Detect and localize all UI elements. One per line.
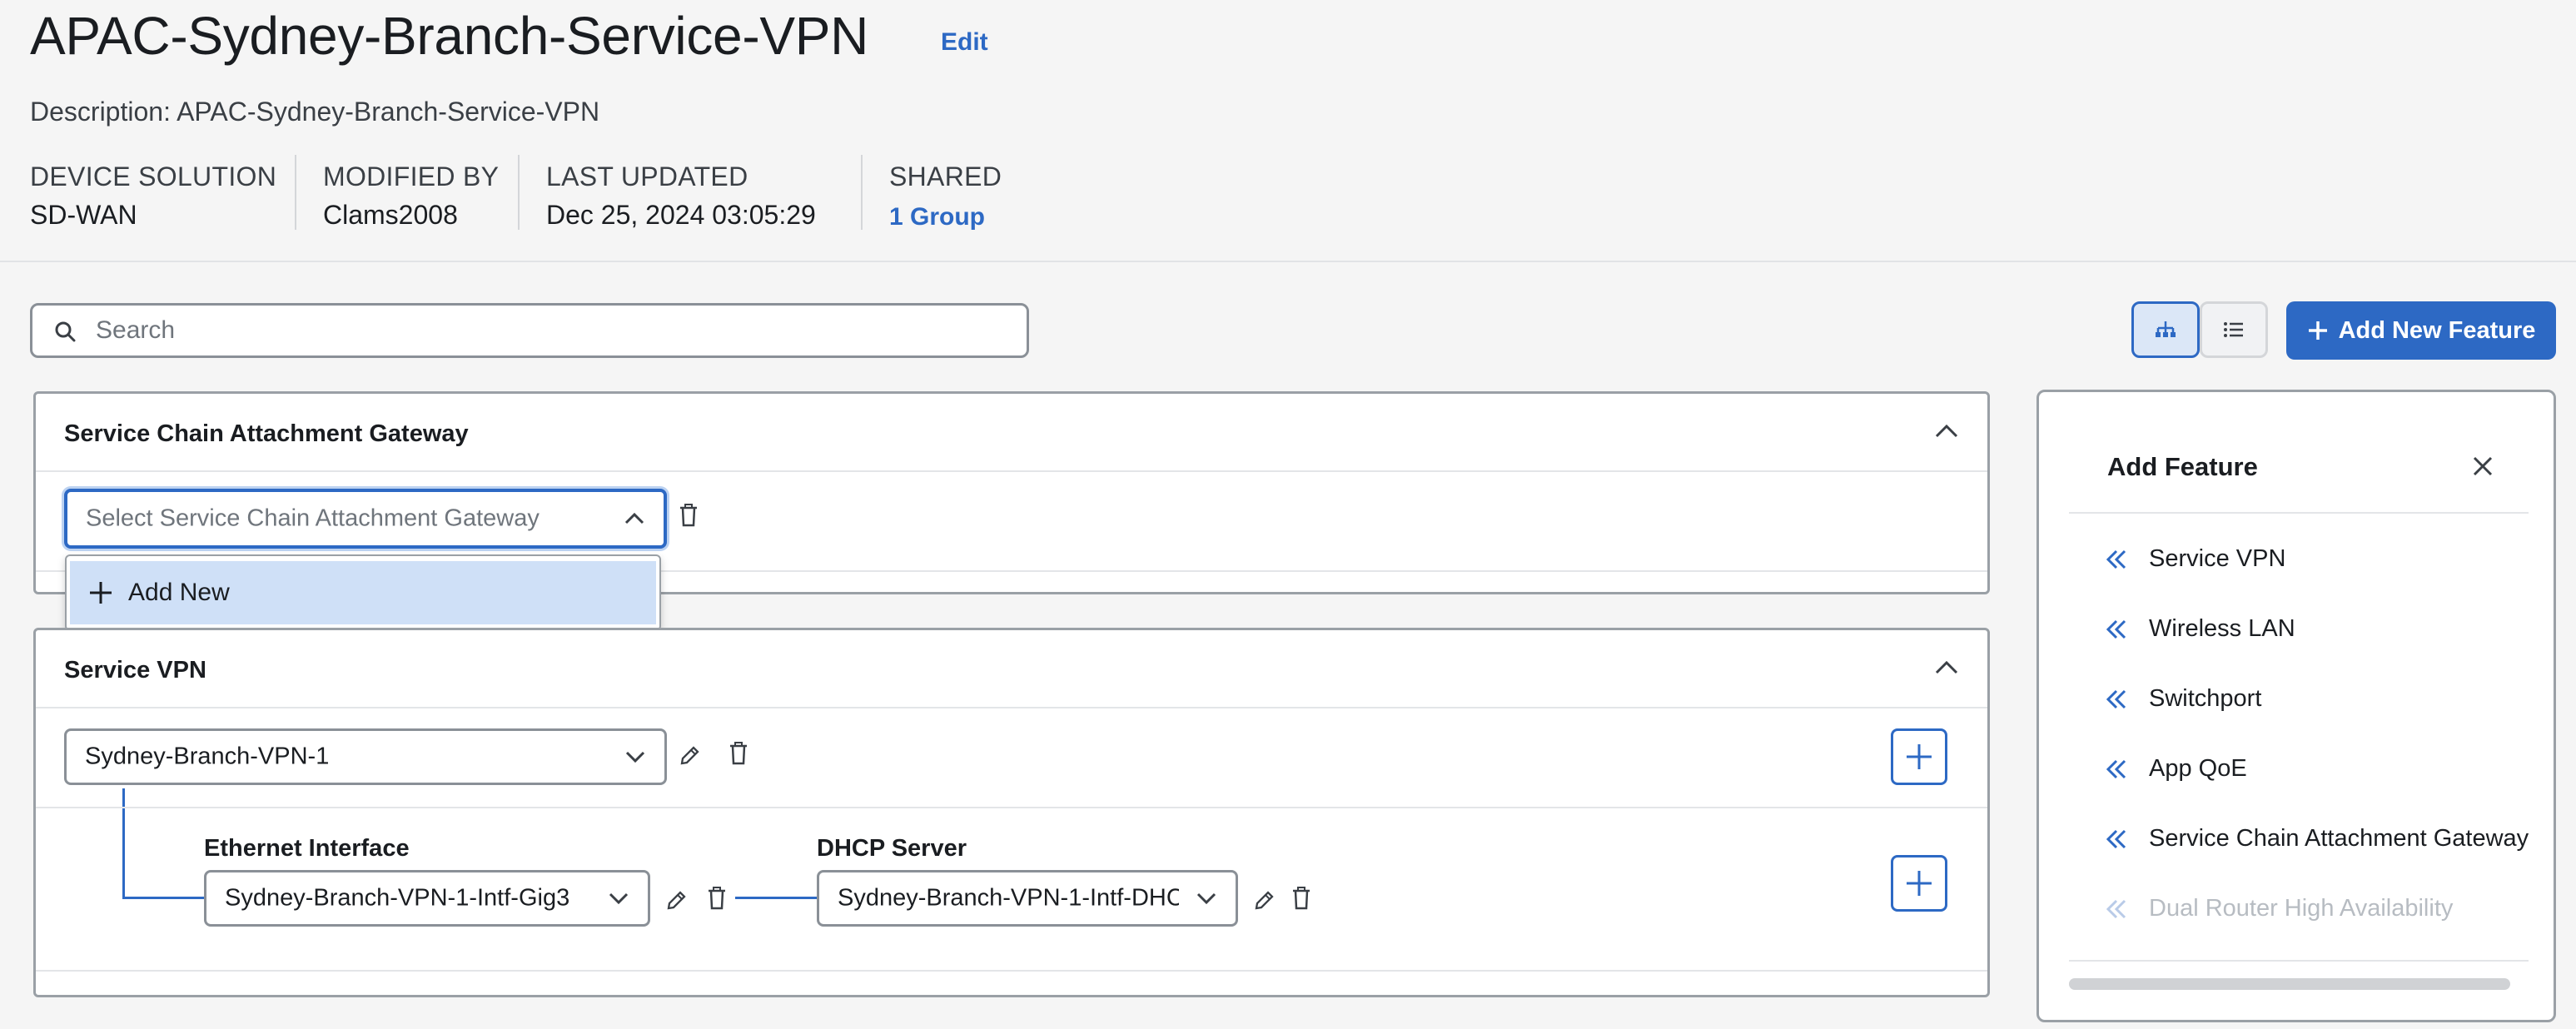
- ethernet-interface-select[interactable]: Sydney-Branch-VPN-1-Intf-Gig3: [204, 870, 650, 927]
- last-updated-label: LAST UPDATED: [546, 162, 748, 191]
- search-input[interactable]: [94, 312, 1010, 349]
- meta-divider: [295, 155, 296, 230]
- feature-item-label: Service Chain Attachment Gateway: [2149, 825, 2529, 852]
- card-divider: [36, 970, 1987, 972]
- page-title: APAC-Sydney-Branch-Service-VPN: [30, 6, 869, 66]
- card-divider: [36, 707, 1987, 708]
- add-new-feature-label: Add New Feature: [2338, 316, 2536, 344]
- dropdown-item-add-new[interactable]: Add New: [70, 561, 656, 624]
- panel-divider: [2069, 512, 2529, 514]
- page-description: Description: APAC-Sydney-Branch-Service-…: [30, 97, 600, 127]
- feature-item-service-vpn[interactable]: Service VPN: [2106, 545, 2285, 573]
- dhcp-server-select[interactable]: Sydney-Branch-VPN-1-Intf-DHCP: [817, 870, 1238, 927]
- gateway-select-placeholder: Select Service Chain Attachment Gateway: [86, 505, 540, 532]
- pencil-icon[interactable]: [665, 890, 687, 912]
- feature-item-service-chain-attachment-gateway[interactable]: Service Chain Attachment Gateway: [2106, 825, 2529, 853]
- double-chevron-left-icon: [2106, 828, 2127, 850]
- service-vpn-card-title: Service VPN: [64, 657, 206, 684]
- vpn-select-value: Sydney-Branch-VPN-1: [85, 743, 330, 770]
- pencil-icon[interactable]: [1253, 890, 1275, 912]
- add-new-feature-button[interactable]: Add New Feature: [2286, 301, 2556, 360]
- gateway-dropdown-menu: Add New: [65, 554, 661, 631]
- double-chevron-left-icon: [2106, 758, 2127, 780]
- chevron-down-icon: [608, 892, 629, 905]
- ethernet-interface-value: Sydney-Branch-VPN-1-Intf-Gig3: [225, 884, 570, 912]
- plus-icon: [88, 580, 113, 605]
- tree-connector: [122, 788, 125, 898]
- dhcp-server-value: Sydney-Branch-VPN-1-Intf-DHCP: [838, 884, 1179, 912]
- card-divider: [36, 807, 1987, 808]
- feature-item-label: Wireless LAN: [2149, 615, 2295, 642]
- shared-label: SHARED: [889, 162, 1002, 191]
- pencil-icon[interactable]: [679, 745, 700, 767]
- header-divider: [0, 261, 2576, 262]
- horizontal-scrollbar[interactable]: [2069, 978, 2510, 990]
- chevron-up-icon[interactable]: [1934, 660, 1959, 675]
- feature-item-label: Dual Router High Availability: [2149, 895, 2454, 922]
- dropdown-item-label: Add New: [128, 579, 230, 606]
- tree-connector: [735, 897, 818, 899]
- chevron-up-icon[interactable]: [1934, 424, 1959, 439]
- double-chevron-left-icon: [2106, 898, 2127, 920]
- shared-groups-link[interactable]: 1 Group: [889, 203, 985, 231]
- last-updated-value: Dec 25, 2024 03:05:29: [546, 200, 816, 230]
- add-sub-feature-button[interactable]: [1891, 855, 1947, 912]
- modified-by-value: Clams2008: [323, 200, 458, 230]
- gateway-select[interactable]: Select Service Chain Attachment Gateway: [64, 489, 667, 549]
- tree-view-button[interactable]: [2131, 301, 2200, 358]
- feature-item-label: Service VPN: [2149, 545, 2286, 572]
- feature-item-dual-router-high-availability: Dual Router High Availability: [2106, 895, 2453, 922]
- dhcp-server-label: DHCP Server: [817, 835, 967, 862]
- gateway-card-title: Service Chain Attachment Gateway: [64, 420, 469, 447]
- list-view-icon: [2223, 321, 2245, 339]
- meta-divider: [861, 155, 863, 230]
- feature-item-wireless-lan[interactable]: Wireless LAN: [2106, 615, 2295, 643]
- panel-divider: [2069, 960, 2529, 962]
- chevron-down-icon: [1196, 892, 1217, 905]
- feature-item-label: App QoE: [2149, 755, 2247, 782]
- list-view-button[interactable]: [2200, 301, 2268, 358]
- add-feature-panel: Add Feature Service VPN Wireless LAN Swi…: [2036, 390, 2556, 1022]
- chevron-up-icon: [624, 512, 645, 525]
- tree-connector: [122, 897, 206, 899]
- modified-by-label: MODIFIED BY: [323, 162, 500, 191]
- search-icon: [54, 321, 76, 342]
- feature-item-app-qoe[interactable]: App QoE: [2106, 755, 2247, 783]
- close-icon[interactable]: [2472, 455, 2494, 477]
- chevron-down-icon: [624, 750, 646, 763]
- trash-icon[interactable]: [707, 887, 727, 910]
- feature-item-switchport[interactable]: Switchport: [2106, 685, 2261, 713]
- vpn-select[interactable]: Sydney-Branch-VPN-1: [64, 728, 667, 785]
- search-box[interactable]: [30, 303, 1029, 358]
- plus-icon: [1905, 743, 1933, 771]
- tree-view-icon: [2154, 320, 2177, 340]
- double-chevron-left-icon: [2106, 549, 2127, 570]
- trash-icon[interactable]: [729, 742, 748, 765]
- device-solution-value: SD-WAN: [30, 200, 137, 230]
- ethernet-interface-label: Ethernet Interface: [204, 835, 410, 862]
- add-feature-panel-title: Add Feature: [2107, 452, 2258, 481]
- double-chevron-left-icon: [2106, 619, 2127, 640]
- double-chevron-left-icon: [2106, 688, 2127, 710]
- device-solution-label: DEVICE SOLUTION: [30, 162, 277, 191]
- trash-icon[interactable]: [679, 504, 699, 527]
- service-vpn-card: Service VPN Sydney-Branch-VPN-1 Ethernet…: [33, 628, 1990, 997]
- trash-icon[interactable]: [1291, 887, 1311, 910]
- feature-item-label: Switchport: [2149, 685, 2262, 712]
- plus-icon: [1905, 869, 1933, 897]
- plus-icon: [2307, 320, 2329, 341]
- meta-divider: [518, 155, 520, 230]
- card-divider: [36, 470, 1987, 472]
- edit-link[interactable]: Edit: [941, 28, 988, 57]
- add-sub-feature-button[interactable]: [1891, 728, 1947, 785]
